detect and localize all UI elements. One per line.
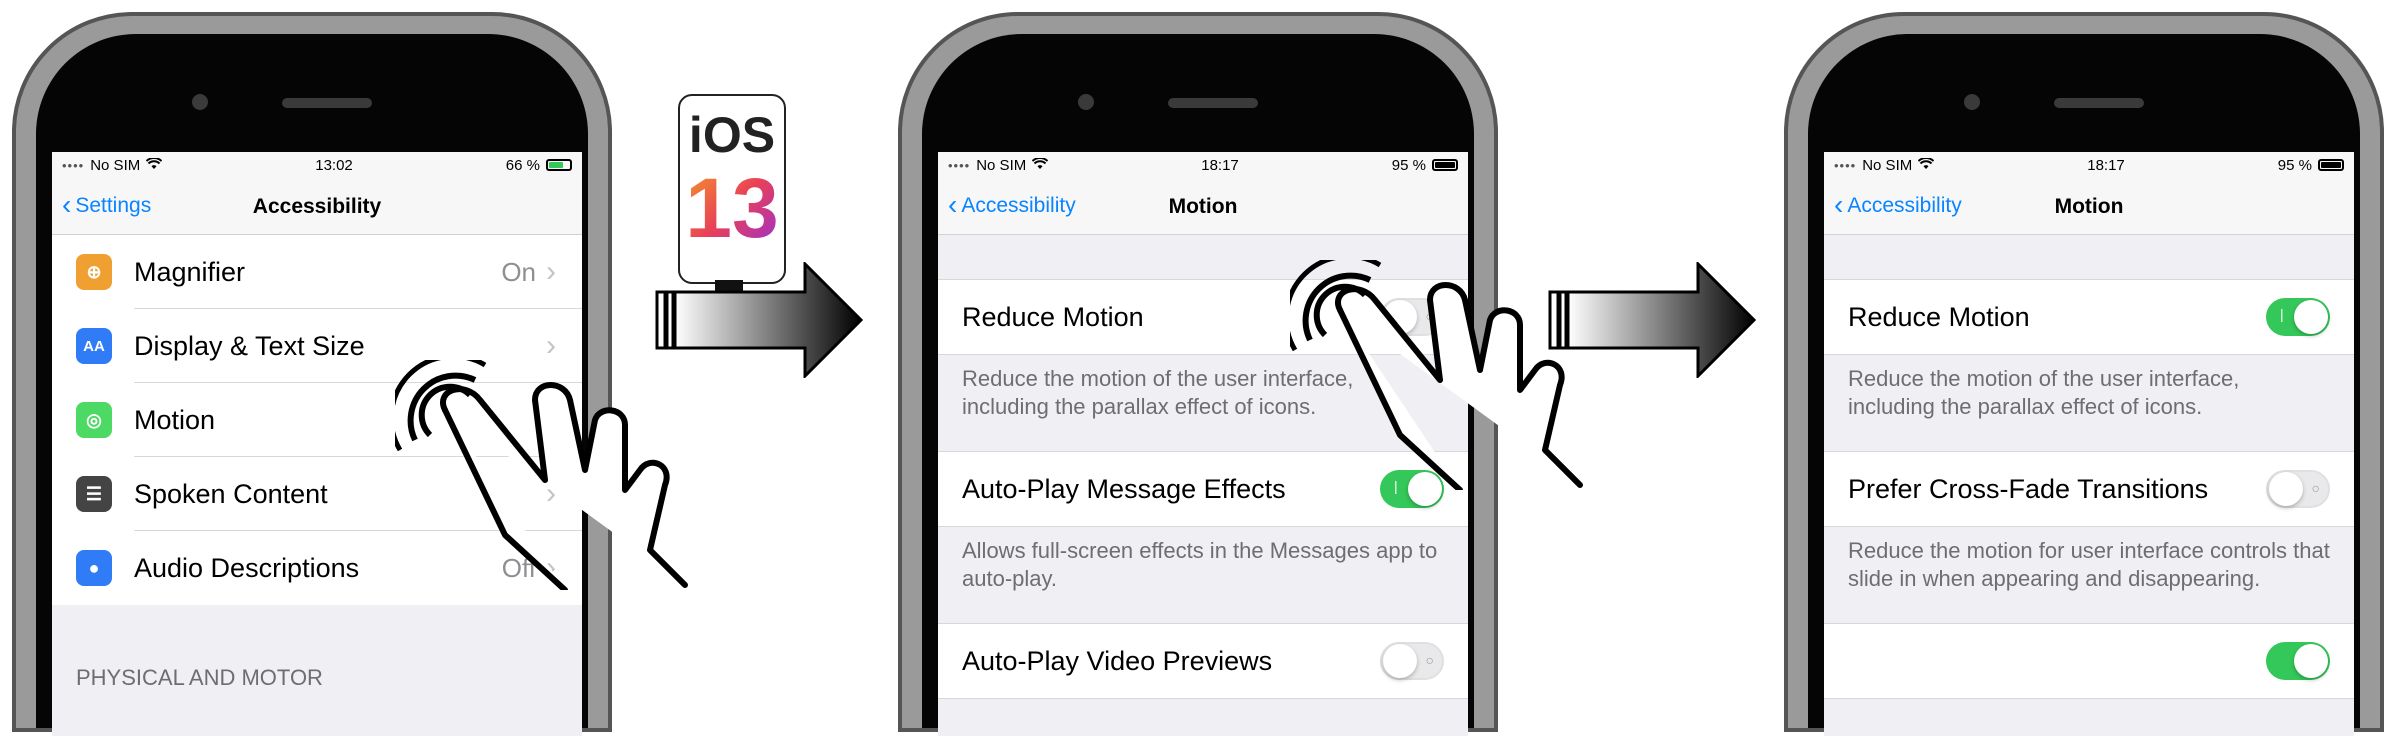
battery-charging-icon [545,159,572,171]
setting-footer: Reduce the motion of the user interface,… [1848,366,2240,419]
chevron-right-icon: › [546,255,556,288]
setting-label: Reduce Motion [1848,301,2030,332]
wifi-icon [146,156,163,174]
page-title: Motion [1168,195,1238,218]
setting-row-auto-play-video-previews: Auto-Play Video Previews ○ [938,623,1468,699]
status-bar: •••• No SIM 18:17 95 % [1824,152,2354,178]
navigation-bar: ‹ Accessibility Motion [1824,178,2354,235]
battery-icon [2317,159,2344,171]
arrow-right-icon [1548,262,1757,378]
display-text-icon: AA [76,328,112,364]
earpiece-speaker [282,98,372,108]
front-camera [192,94,208,110]
navigation-bar: ‹ Settings Accessibility [52,178,582,235]
signal-dots-icon: •••• [1834,157,1857,173]
battery-percent: 95 % [1391,156,1426,174]
signal-dots-icon: •••• [948,157,971,173]
page-title: Accessibility [252,195,382,218]
partial-toggle[interactable] [2266,642,2330,680]
battery-icon [1431,159,1458,171]
chevron-right-icon: › [546,329,556,362]
setting-label: Auto-Play Video Previews [962,645,1273,676]
status-bar: •••• No SIM 13:02 66 % [52,152,582,178]
magnifier-icon: ⊕ [76,254,112,290]
row-label: Magnifier [134,256,246,287]
setting-footer: Allows full-screen effects in the Messag… [962,538,1438,591]
setting-label: Prefer Cross-Fade Transitions [1848,473,2209,504]
earpiece-speaker [1168,98,1258,108]
carrier-label: No SIM [976,156,1027,174]
setting-row-partial [1824,623,2354,699]
list-item-magnifier[interactable]: ⊕ Magnifier On › [52,235,582,309]
auto-play-video-previews-toggle[interactable]: ○ [1380,642,1444,680]
reduce-motion-toggle[interactable]: | [2266,298,2330,336]
clock: 13:02 [315,156,353,174]
ios-13-badge: iOS 13 [678,94,786,284]
clock: 18:17 [2087,156,2125,174]
setting-row-reduce-motion: Reduce Motion | [1824,279,2354,355]
audio-descriptions-icon: ● [76,550,112,586]
navigation-bar: ‹ Accessibility Motion [938,178,1468,235]
prefer-cross-fade-transitions-toggle[interactable]: ○ [2266,470,2330,508]
setting-footer: Reduce the motion for user interface con… [1848,538,2330,591]
spoken-content-icon: ☰ [76,476,112,512]
front-camera [1078,94,1094,110]
ios-version: 13 [680,160,784,257]
tapping-hand-icon [395,360,688,590]
clock: 18:17 [1201,156,1239,174]
carrier-label: No SIM [1862,156,1913,174]
battery-percent: 66 % [505,156,540,174]
arrow-right-icon [655,262,864,378]
section-header: PHYSICAL AND MOTOR [76,665,323,690]
motion-icon: ◎ [76,402,112,438]
carrier-label: No SIM [90,156,141,174]
status-bar: •••• No SIM 18:17 95 % [938,152,1468,178]
setting-row-prefer-cross-fade-transitions: Prefer Cross-Fade Transitions ○ [1824,451,2354,527]
wifi-icon [1032,156,1049,174]
battery-percent: 95 % [2277,156,2312,174]
phone-frame: •••• No SIM 18:17 95 % ‹ Accessibility M… [1784,12,2384,736]
signal-dots-icon: •••• [62,157,85,173]
row-label: Display & Text Size [134,330,365,361]
wifi-icon [1918,156,1935,174]
ios-label: iOS [688,107,776,163]
tapping-hand-icon [1290,260,1583,490]
setting-label: Reduce Motion [962,301,1144,332]
earpiece-speaker [2054,98,2144,108]
page-title: Motion [2054,195,2124,218]
setting-label: Auto-Play Message Effects [962,473,1286,504]
screen: •••• No SIM 18:17 95 % ‹ Accessibility M… [1824,152,2354,736]
row-value: On [501,256,536,287]
front-camera [1964,94,1980,110]
